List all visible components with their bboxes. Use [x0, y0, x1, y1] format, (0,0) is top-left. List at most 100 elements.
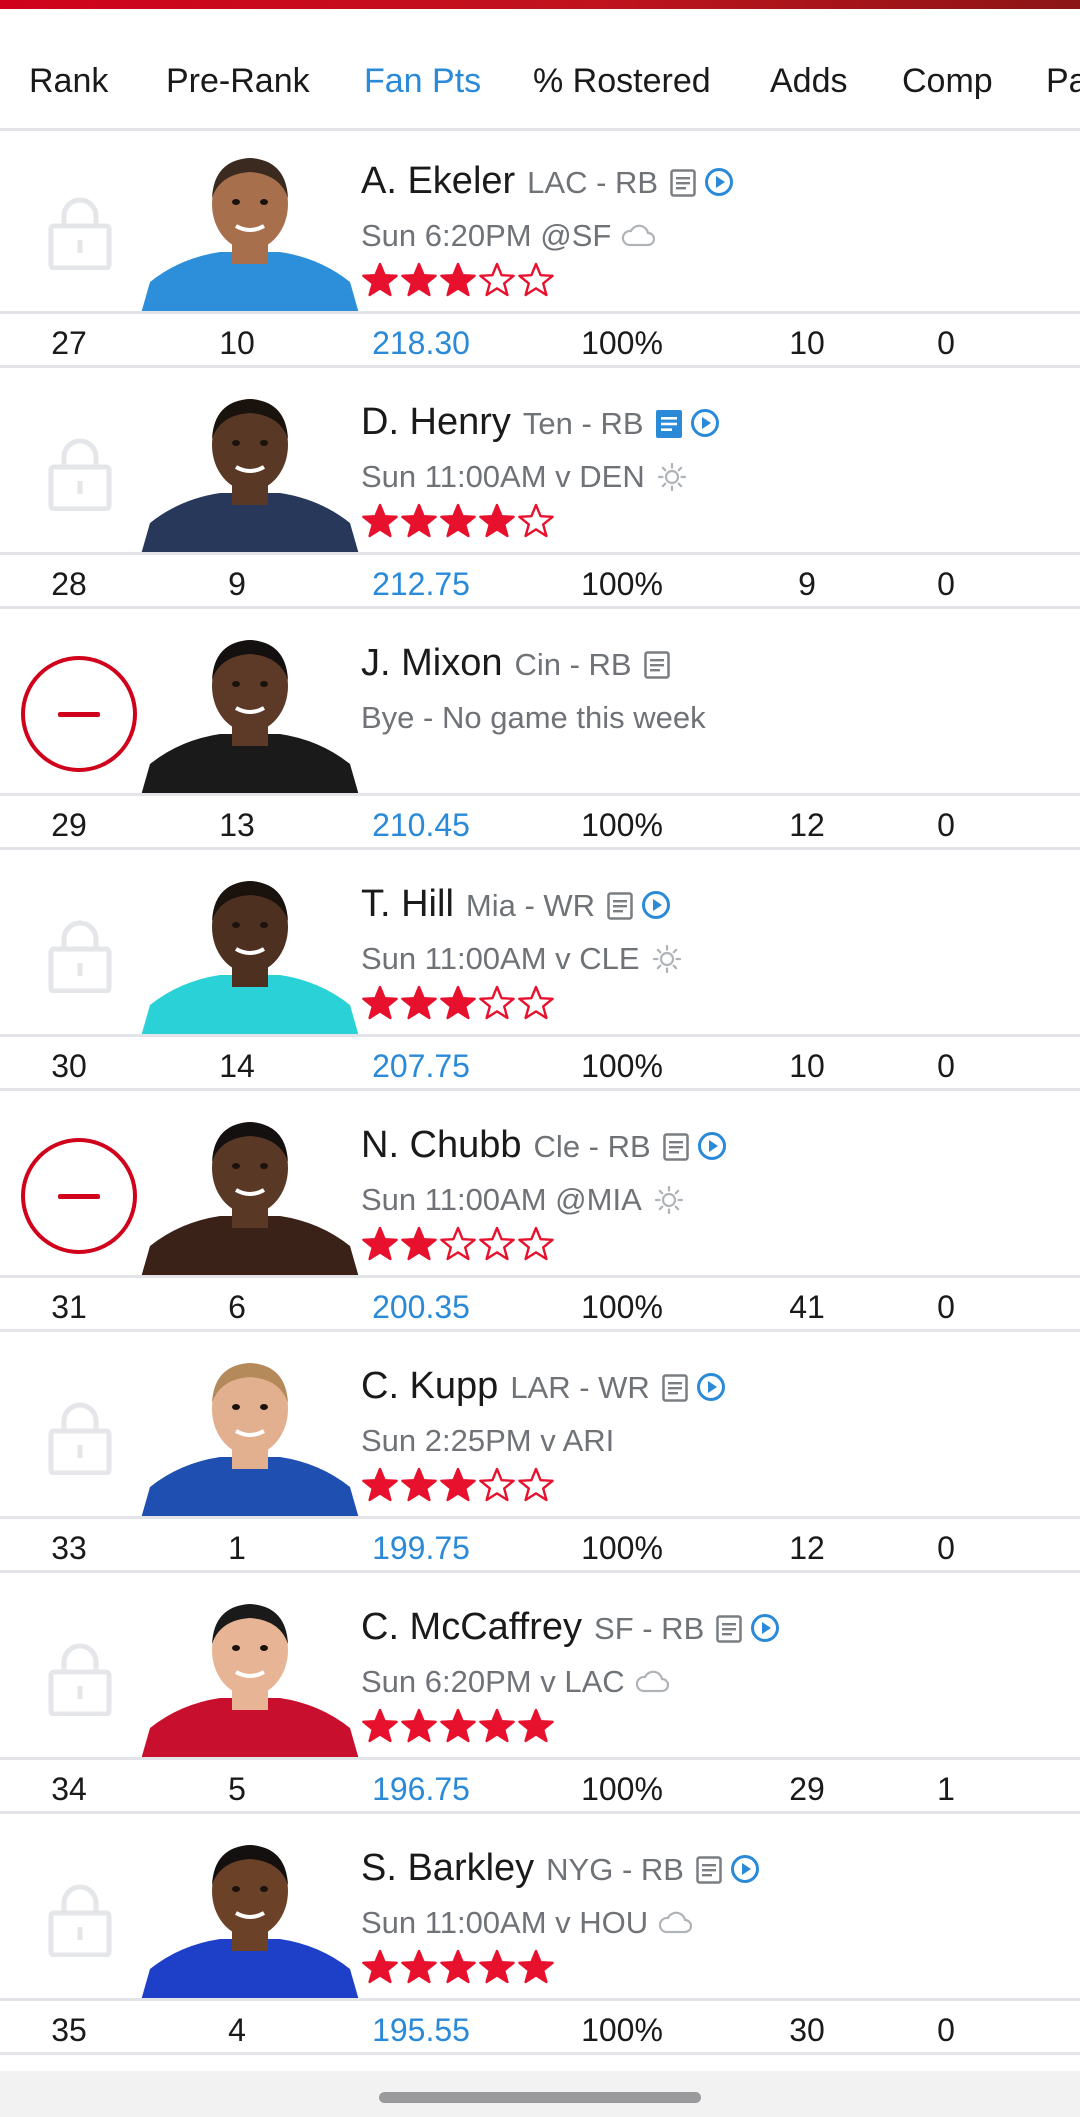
stat-rostered: 100% — [581, 1048, 663, 1084]
player-stats-row: 31 6 200.35 100% 41 0 — [0, 1275, 1080, 1332]
star-filled-icon — [361, 985, 399, 1021]
player-name-link[interactable]: T. Hill — [361, 883, 454, 926]
player-headshot[interactable] — [140, 395, 360, 558]
player-stats-row: 27 10 218.30 100% 10 0 — [0, 311, 1080, 368]
stat-rank: 28 — [51, 566, 87, 602]
stat-pre-rank: 4 — [228, 2012, 246, 2048]
player-headshot[interactable] — [140, 1359, 360, 1522]
player-row[interactable]: N. Chubb Cle - RB Sun 11:00AM @MIA — [0, 1098, 1080, 1281]
player-name-link[interactable]: J. Mixon — [361, 642, 502, 685]
player-name-link[interactable]: C. McCaffrey — [361, 1606, 582, 1649]
lock-icon — [48, 917, 112, 994]
player-news-icon[interactable] — [655, 410, 682, 438]
video-play-icon[interactable] — [704, 167, 734, 197]
star-filled-icon — [439, 262, 477, 298]
star-filled-icon — [400, 1467, 438, 1503]
player-row[interactable]: T. Hill Mia - WR Sun 11:00AM v CLE — [0, 857, 1080, 1040]
stat-adds: 30 — [789, 2012, 825, 2048]
game-info: Sun 11:00AM @MIA — [361, 1182, 686, 1218]
player-team-position: Ten - RB — [522, 406, 644, 441]
star-empty-icon — [517, 985, 555, 1021]
column-header-rostered[interactable]: % Rostered — [533, 9, 711, 131]
player-headshot[interactable] — [140, 1118, 360, 1281]
player-name-link[interactable]: A. Ekeler — [361, 160, 515, 203]
column-header-partial[interactable]: Pa — [1046, 9, 1080, 131]
player-news-icon[interactable] — [716, 1615, 742, 1643]
player-info: N. Chubb Cle - RB Sun 11:00AM @MIA — [361, 1098, 1061, 1281]
stat-adds: 9 — [798, 566, 816, 602]
stat-comp: 0 — [937, 807, 955, 843]
player-name-line: T. Hill Mia - WR — [361, 883, 671, 929]
player-name-link[interactable]: D. Henry — [361, 401, 511, 444]
video-play-icon[interactable] — [696, 1372, 726, 1402]
player-team-position: Cle - RB — [533, 1129, 651, 1164]
stat-adds: 10 — [789, 325, 825, 361]
player-row[interactable]: A. Ekeler LAC - RB Sun 6:20PM @SF — [0, 134, 1080, 317]
player-name-line: C. McCaffrey SF - RB — [361, 1606, 780, 1652]
video-play-icon[interactable] — [690, 408, 720, 438]
player-info: J. Mixon Cin - RB Bye - No game this week — [361, 616, 1061, 799]
player-name-line: S. Barkley NYG - RB — [361, 1847, 760, 1893]
star-empty-icon — [478, 262, 516, 298]
column-header-pre-rank[interactable]: Pre-Rank — [166, 9, 310, 131]
player-news-icon[interactable] — [670, 169, 696, 197]
stat-comp: 0 — [937, 566, 955, 602]
player-news-icon[interactable] — [696, 1856, 722, 1884]
video-play-icon[interactable] — [697, 1131, 727, 1161]
column-header-adds[interactable]: Adds — [770, 9, 848, 131]
drop-player-button[interactable] — [21, 656, 137, 772]
star-filled-icon — [361, 503, 399, 539]
star-filled-icon — [400, 503, 438, 539]
player-news-icon[interactable] — [607, 892, 633, 920]
player-name-link[interactable]: N. Chubb — [361, 1124, 522, 1167]
player-name-line: N. Chubb Cle - RB — [361, 1124, 727, 1170]
stats-column-header: Rank Pre-Rank Fan Pts % Rostered Adds Co… — [0, 9, 1080, 131]
star-filled-icon — [361, 1708, 399, 1744]
game-info-text: Sun 11:00AM v DEN — [361, 459, 645, 494]
home-indicator[interactable] — [379, 2092, 701, 2103]
player-headshot[interactable] — [140, 154, 360, 317]
stat-pre-rank: 5 — [228, 1771, 246, 1807]
cloud-icon — [635, 1667, 669, 1697]
game-info: Sun 6:20PM @SF — [361, 218, 656, 254]
player-stats-row: 30 14 207.75 100% 10 0 — [0, 1034, 1080, 1091]
player-rating-stars — [361, 1708, 556, 1744]
player-news-icon[interactable] — [662, 1133, 689, 1161]
player-name-link[interactable]: S. Barkley — [361, 1847, 534, 1890]
game-info-text: Sun 2:25PM v ARI — [361, 1423, 615, 1458]
drop-player-button[interactable] — [21, 1138, 137, 1254]
player-headshot[interactable] — [140, 877, 360, 1040]
player-row[interactable]: J. Mixon Cin - RB Bye - No game this week — [0, 616, 1080, 799]
player-rating-stars — [361, 503, 556, 539]
stat-pre-rank: 10 — [219, 325, 255, 361]
game-info: Sun 11:00AM v DEN — [361, 459, 689, 495]
player-headshot[interactable] — [140, 636, 360, 799]
player-row[interactable]: C. McCaffrey SF - RB Sun 6:20PM v LAC — [0, 1580, 1080, 1763]
player-row[interactable]: C. Kupp LAR - WR Sun 2:25PM v ARI — [0, 1339, 1080, 1522]
lock-icon — [48, 1399, 112, 1476]
stat-rank: 30 — [51, 1048, 87, 1084]
cloud-icon — [621, 221, 656, 251]
star-filled-icon — [361, 1949, 399, 1985]
column-header-rank[interactable]: Rank — [29, 9, 108, 131]
column-header-comp[interactable]: Comp — [902, 9, 993, 131]
video-play-icon[interactable] — [750, 1613, 780, 1643]
player-name-link[interactable]: C. Kupp — [361, 1365, 498, 1408]
player-row[interactable]: D. Henry Ten - RB Sun 11:00AM v DEN — [0, 375, 1080, 558]
star-filled-icon — [478, 503, 516, 539]
player-team-position: LAR - WR — [510, 1370, 650, 1405]
player-news-icon[interactable] — [643, 651, 670, 679]
player-name-line: C. Kupp LAR - WR — [361, 1365, 726, 1411]
stat-fan-pts: 199.75 — [372, 1530, 470, 1566]
player-rating-stars — [361, 985, 556, 1021]
star-filled-icon — [361, 1467, 399, 1503]
column-header-fan-pts[interactable]: Fan Pts — [364, 9, 481, 131]
player-headshot[interactable] — [140, 1600, 360, 1763]
player-rating-stars — [361, 1949, 556, 1985]
player-news-icon[interactable] — [662, 1374, 688, 1402]
player-row[interactable]: S. Barkley NYG - RB Sun 11:00AM v HOU — [0, 1821, 1080, 2004]
video-play-icon[interactable] — [641, 890, 671, 920]
video-play-icon[interactable] — [730, 1854, 760, 1884]
player-headshot[interactable] — [140, 1841, 360, 2004]
game-info: Bye - No game this week — [361, 700, 706, 736]
